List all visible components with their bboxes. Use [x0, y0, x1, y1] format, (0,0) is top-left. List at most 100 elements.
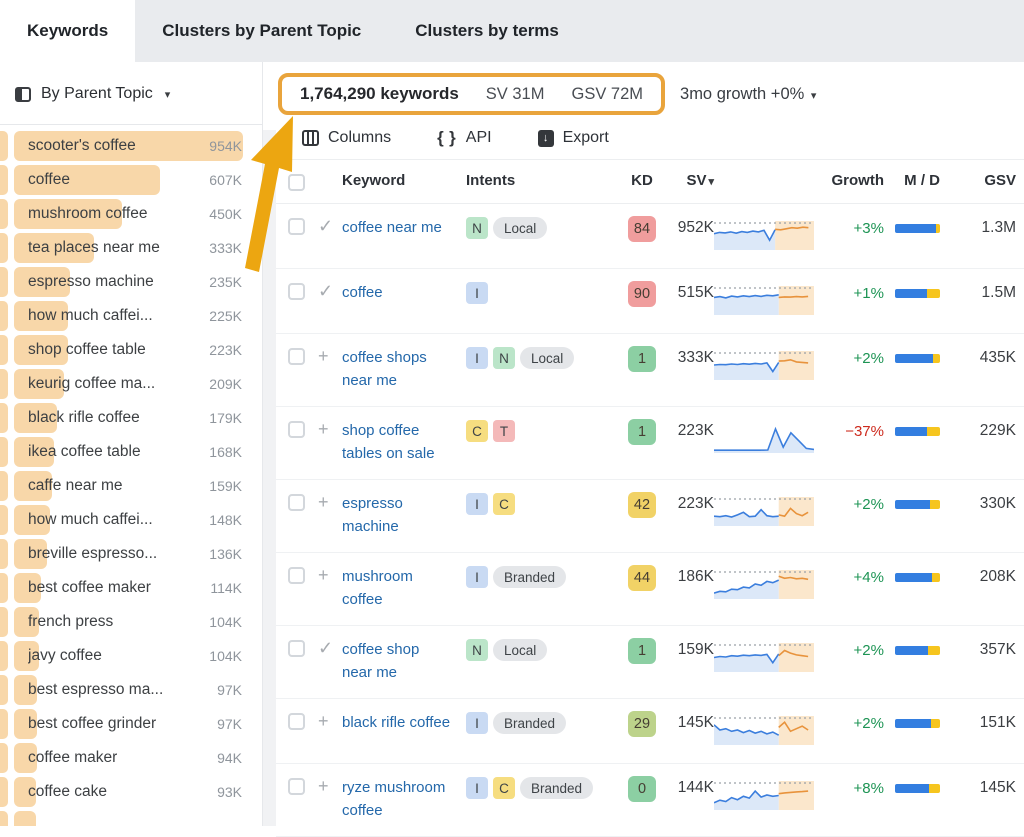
sidebar-item-coffee-maker[interactable]: coffee maker94K: [0, 741, 262, 775]
sidebar-item-how-much-caffei[interactable]: how much caffei...225K: [0, 299, 262, 333]
bar-edge: [0, 301, 8, 331]
sidebar-item-coffee-cake[interactable]: coffee cake93K: [0, 775, 262, 809]
row-checkbox[interactable]: [288, 421, 305, 438]
kd-badge: 44: [628, 565, 656, 591]
sidebar-item-item[interactable]: [0, 809, 262, 826]
table-row-coffee: ✓coffeeI90515K+1%1.5M: [276, 269, 1024, 334]
col-header-md[interactable]: M / D: [904, 172, 950, 189]
add-keyword-icon[interactable]: +: [314, 566, 329, 584]
topic-volume: 954K: [209, 138, 242, 154]
sidebar-item-coffee[interactable]: coffee607K: [0, 163, 262, 197]
in-list-check-icon[interactable]: ✓: [314, 639, 333, 657]
keyword-link[interactable]: coffee: [342, 281, 466, 304]
sidebar-item-caffe-near-me[interactable]: caffe near me159K: [0, 469, 262, 503]
keyword-link[interactable]: mushroom coffee: [342, 565, 466, 611]
keyword-link[interactable]: ryze mushroom coffee: [342, 776, 466, 822]
sidebar-item-how-much-caffei[interactable]: how much caffei...148K: [0, 503, 262, 537]
sidebar-item-mushroom-coffee[interactable]: mushroom coffee450K: [0, 197, 262, 231]
row-checkbox[interactable]: [288, 640, 305, 657]
col-header-intents[interactable]: Intents: [466, 172, 622, 189]
row-checkbox[interactable]: [288, 567, 305, 584]
add-keyword-icon[interactable]: +: [314, 493, 329, 511]
col-header-sv[interactable]: SV▾: [686, 172, 714, 189]
sidebar-item-breville-espresso[interactable]: breville espresso...136K: [0, 537, 262, 571]
table-row-ryze-mushroom-coffee: +ryze mushroom coffeeICBranded0144K+8%14…: [276, 764, 1024, 837]
tab-clusters-by-parent-topic[interactable]: Clusters by Parent Topic: [135, 0, 388, 62]
sidebar-item-best-coffee-grinder[interactable]: best coffee grinder97K: [0, 707, 262, 741]
kd-badge: 29: [628, 711, 656, 737]
add-keyword-icon[interactable]: +: [314, 777, 329, 795]
select-all-checkbox[interactable]: [288, 174, 305, 191]
keyword-link[interactable]: black rifle coffee: [342, 711, 466, 734]
topic-volume: 114K: [210, 580, 242, 596]
sidebar-item-french-press[interactable]: french press104K: [0, 605, 262, 639]
growth-value: +2%: [854, 638, 884, 659]
trend-sparkline: [714, 711, 814, 745]
sidebar-item-best-espresso-ma[interactable]: best espresso ma...97K: [0, 673, 262, 707]
export-button[interactable]: ↓ Export: [538, 129, 609, 147]
add-keyword-icon[interactable]: +: [314, 712, 329, 730]
tab-keywords[interactable]: Keywords: [0, 0, 135, 62]
sidebar-item-keurig-coffee-ma[interactable]: keurig coffee ma...209K: [0, 367, 262, 401]
growth-value: +3%: [854, 216, 884, 237]
growth-value: +2%: [854, 492, 884, 513]
row-checkbox[interactable]: [288, 713, 305, 730]
keyword-link[interactable]: shop coffee tables on sale: [342, 419, 466, 465]
sidebar-item-ikea-coffee-table[interactable]: ikea coffee table168K: [0, 435, 262, 469]
col-header-gsv[interactable]: GSV: [984, 172, 1016, 189]
keyword-link[interactable]: coffee near me: [342, 216, 466, 239]
sidebar-item-shop-coffee-table[interactable]: shop coffee table223K: [0, 333, 262, 367]
parent-topic-filter-icon: [15, 87, 31, 102]
sv-value: 223K: [678, 419, 714, 440]
sidebar-item-espresso-machine[interactable]: espresso machine235K: [0, 265, 262, 299]
intent-badge-c: C: [493, 493, 515, 515]
highlight-box: 1,764,290 keywords SV 31M GSV 72M: [278, 73, 665, 115]
columns-button[interactable]: Columns: [302, 129, 391, 147]
topic-label: coffee cake: [28, 783, 107, 801]
sidebar-item-best-coffee-maker[interactable]: best coffee maker114K: [0, 571, 262, 605]
sidebar-scrollbar[interactable]: [263, 130, 276, 826]
growth-value: +4%: [854, 565, 884, 586]
bar-edge: [0, 709, 8, 739]
keyword-link[interactable]: coffee shop near me: [342, 638, 466, 684]
table-header-row: Keyword Intents KD SV▾ Growth M / D GSV: [276, 159, 1024, 204]
keyword-link[interactable]: espresso machine: [342, 492, 466, 538]
in-list-check-icon[interactable]: ✓: [314, 282, 333, 300]
chevron-down-icon: ▾: [811, 90, 817, 102]
row-checkbox[interactable]: [288, 283, 305, 300]
bar-edge: [0, 199, 8, 229]
in-list-check-icon[interactable]: ✓: [314, 217, 333, 235]
keyword-link[interactable]: coffee shops near me: [342, 346, 466, 392]
api-button[interactable]: { } API: [437, 128, 491, 148]
topic-label: breville espresso...: [28, 545, 157, 563]
mobile-desktop-bar: [895, 427, 940, 436]
col-header-kd[interactable]: KD: [631, 172, 653, 189]
sv-value: 515K: [678, 281, 714, 302]
row-checkbox[interactable]: [288, 778, 305, 795]
sidebar-item-javy-coffee[interactable]: javy coffee104K: [0, 639, 262, 673]
topic-label: coffee: [28, 171, 70, 189]
add-keyword-icon[interactable]: +: [314, 347, 329, 365]
sidebar-item-tea-places-near-me[interactable]: tea places near me333K: [0, 231, 262, 265]
tab-clusters-by-terms[interactable]: Clusters by terms: [388, 0, 586, 62]
intent-badge-c: C: [493, 777, 515, 799]
row-checkbox[interactable]: [288, 218, 305, 235]
intent-badge-local: Local: [493, 639, 547, 661]
intent-badge-i: I: [466, 347, 488, 369]
row-checkbox[interactable]: [288, 348, 305, 365]
col-header-growth[interactable]: Growth: [832, 172, 885, 189]
sidebar-item-black-rifle-coffee[interactable]: black rifle coffee179K: [0, 401, 262, 435]
add-keyword-icon[interactable]: +: [314, 420, 329, 438]
sidebar-item-scooter-s-coffee[interactable]: scooter's coffee954K: [0, 129, 262, 163]
intents-cell: IBranded: [466, 566, 622, 588]
stats-row: 1,764,290 keywords SV 31M GSV 72M 3mo gr…: [278, 73, 1024, 115]
growth-filter-dropdown[interactable]: 3mo growth +0% ▾: [680, 85, 816, 104]
intent-badge-i: I: [466, 566, 488, 588]
trend-sparkline: [714, 346, 814, 380]
row-checkbox[interactable]: [288, 494, 305, 511]
keywords-table: Keyword Intents KD SV▾ Growth M / D GSV …: [276, 159, 1024, 837]
by-parent-topic-dropdown[interactable]: By Parent Topic ▾: [0, 62, 262, 124]
table-row-espresso-machine: +espresso machineIC42223K+2%330K: [276, 480, 1024, 553]
col-header-keyword[interactable]: Keyword: [342, 172, 466, 189]
kd-badge: 84: [628, 216, 656, 242]
